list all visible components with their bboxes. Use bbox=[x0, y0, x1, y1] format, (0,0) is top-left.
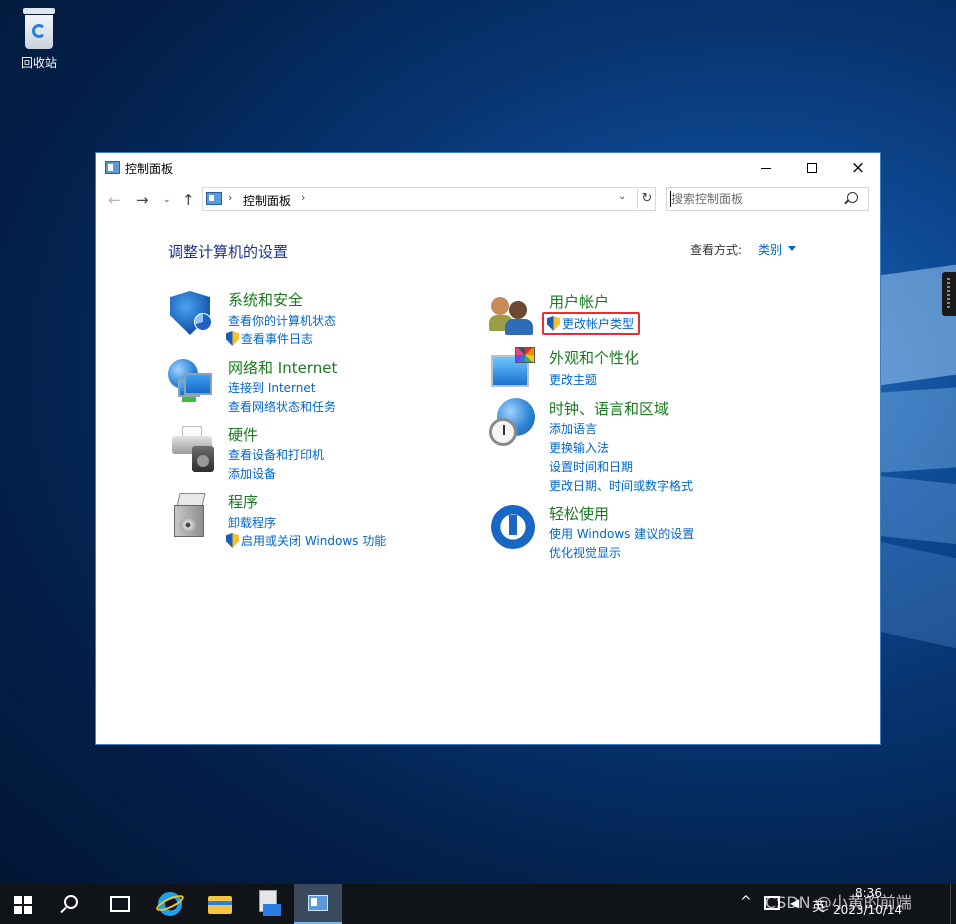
category-title-user-accounts[interactable]: 用户帐户 bbox=[549, 291, 609, 312]
control-panel-icon bbox=[105, 161, 120, 174]
recycle-bin-label: 回收站 bbox=[20, 56, 57, 70]
category-title-system-security[interactable]: 系统和安全 bbox=[228, 289, 303, 310]
network-globe-icon[interactable] bbox=[168, 357, 216, 405]
refresh-button[interactable]: ↻ bbox=[637, 189, 656, 209]
category-title-programs[interactable]: 程序 bbox=[228, 491, 258, 512]
address-dropdown-chevron-icon[interactable]: ⌄ bbox=[618, 191, 626, 202]
task-view-icon[interactable] bbox=[110, 896, 130, 912]
category-title-network[interactable]: 网络和 Internet bbox=[228, 357, 337, 378]
link-change-input-method[interactable]: 更换输入法 bbox=[549, 439, 609, 456]
breadcrumb-separator-icon[interactable]: › bbox=[228, 191, 232, 204]
appearance-monitor-icon[interactable] bbox=[489, 347, 537, 395]
control-panel-window: 控制面板 × ← → ⌄ ↑ › 控制面板 › ⌄ ↻ 调整计算机的设置 查看方… bbox=[95, 152, 881, 745]
forward-arrow-icon[interactable]: → bbox=[136, 191, 149, 209]
link-label: 更改帐户类型 bbox=[562, 317, 635, 331]
window-title: 控制面板 bbox=[125, 162, 174, 176]
category-appearance: 外观和个性化 更改主题 bbox=[489, 347, 749, 397]
close-icon: × bbox=[850, 158, 866, 178]
wallpaper-beam bbox=[880, 387, 956, 473]
back-arrow-icon[interactable]: ← bbox=[108, 191, 121, 209]
address-row: ← → ⌄ ↑ › 控制面板 › ⌄ ↻ bbox=[96, 183, 880, 217]
category-network: 网络和 Internet 连接到 Internet 查看网络状态和任务 bbox=[168, 357, 428, 414]
windows-start-icon[interactable] bbox=[14, 896, 32, 914]
link-change-formats[interactable]: 更改日期、时间或数字格式 bbox=[549, 477, 693, 494]
maximize-button[interactable] bbox=[789, 153, 835, 183]
wallpaper-beam bbox=[880, 476, 956, 544]
link-view-network-status[interactable]: 查看网络状态和任务 bbox=[228, 398, 336, 415]
link-add-device[interactable]: 添加设备 bbox=[228, 465, 276, 482]
link-add-language[interactable]: 添加语言 bbox=[549, 420, 597, 437]
link-uninstall-program[interactable]: 卸载程序 bbox=[228, 514, 276, 531]
refresh-icon: ↻ bbox=[641, 191, 653, 206]
tray-overflow-chevron-icon[interactable]: ^ bbox=[740, 894, 752, 910]
control-panel-icon bbox=[308, 895, 328, 911]
content-area: 调整计算机的设置 查看方式: 类别 系统和安全 查看你的计算机状态 查看事件日志… bbox=[96, 217, 880, 744]
link-optimize-display[interactable]: 优化视觉显示 bbox=[549, 544, 621, 561]
category-ease-of-access: 轻松使用 使用 Windows 建议的设置 优化视觉显示 bbox=[489, 503, 749, 560]
taskbar-control-panel-button[interactable] bbox=[294, 884, 342, 924]
link-view-devices-printers[interactable]: 查看设备和打印机 bbox=[228, 446, 324, 463]
maximize-icon bbox=[807, 163, 817, 173]
minimize-icon bbox=[761, 167, 771, 169]
category-clock-region: 时钟、语言和区域 添加语言 更换输入法 设置时间和日期 更改日期、时间或数字格式 bbox=[489, 398, 749, 493]
up-arrow-icon[interactable]: ↑ bbox=[182, 191, 195, 209]
address-bar[interactable]: › 控制面板 › ⌄ ↻ bbox=[202, 187, 656, 211]
category-title-ease-of-access[interactable]: 轻松使用 bbox=[549, 503, 609, 524]
user-accounts-icon[interactable] bbox=[489, 291, 537, 339]
link-recommended-settings[interactable]: 使用 Windows 建议的设置 bbox=[549, 525, 694, 542]
search-input[interactable] bbox=[671, 190, 841, 208]
category-hardware: 硬件 查看设备和打印机 添加设备 bbox=[168, 424, 428, 481]
view-by-label: 查看方式: bbox=[690, 243, 743, 257]
show-desktop-button[interactable] bbox=[950, 884, 956, 924]
minimize-button[interactable] bbox=[743, 153, 789, 183]
link-change-account-type[interactable]: 更改帐户类型 bbox=[542, 312, 641, 335]
category-title-appearance[interactable]: 外观和个性化 bbox=[549, 347, 639, 368]
file-explorer-icon[interactable] bbox=[208, 896, 232, 914]
category-programs: 程序 卸载程序 启用或关闭 Windows 功能 bbox=[168, 491, 448, 548]
breadcrumb-separator-icon[interactable]: › bbox=[301, 191, 305, 204]
link-change-theme[interactable]: 更改主题 bbox=[549, 371, 597, 388]
link-connect-internet[interactable]: 连接到 Internet bbox=[228, 379, 315, 396]
link-view-computer-status[interactable]: 查看你的计算机状态 bbox=[228, 312, 336, 329]
text-caret bbox=[670, 191, 671, 207]
search-icon[interactable] bbox=[847, 192, 858, 203]
search-icon[interactable] bbox=[64, 895, 78, 909]
clock-globe-icon[interactable] bbox=[489, 398, 537, 446]
view-by-dropdown[interactable]: 类别 bbox=[758, 241, 782, 258]
category-title-hardware[interactable]: 硬件 bbox=[228, 424, 258, 445]
desktop-icon-recycle-bin[interactable]: 回收站 bbox=[10, 8, 68, 71]
link-set-time-date[interactable]: 设置时间和日期 bbox=[549, 458, 633, 475]
breadcrumb-control-panel[interactable]: 控制面板 bbox=[243, 192, 291, 209]
edge-handle[interactable] bbox=[942, 272, 956, 316]
category-system-security: 系统和安全 查看你的计算机状态 查看事件日志 bbox=[168, 289, 428, 349]
control-panel-icon bbox=[206, 192, 222, 205]
search-box[interactable] bbox=[666, 187, 869, 211]
uac-shield-icon bbox=[226, 533, 239, 548]
printer-icon[interactable] bbox=[168, 424, 216, 472]
watermark-text: CSDN @小黄的前端 bbox=[765, 893, 912, 912]
link-label: 查看事件日志 bbox=[241, 332, 314, 346]
close-button[interactable]: × bbox=[835, 153, 881, 183]
link-windows-features[interactable]: 启用或关闭 Windows 功能 bbox=[228, 532, 386, 549]
link-label: 启用或关闭 Windows 功能 bbox=[241, 534, 387, 548]
uac-shield-icon bbox=[547, 316, 560, 331]
category-user-accounts: 用户帐户 更改帐户类型 bbox=[489, 291, 749, 341]
server-manager-icon[interactable] bbox=[257, 890, 281, 916]
uac-shield-icon bbox=[226, 331, 239, 346]
programs-box-icon[interactable] bbox=[168, 491, 216, 539]
page-title: 调整计算机的设置 bbox=[168, 243, 289, 261]
ease-of-access-icon[interactable] bbox=[489, 503, 537, 551]
category-title-clock-region[interactable]: 时钟、语言和区域 bbox=[549, 398, 669, 419]
internet-explorer-icon[interactable] bbox=[154, 892, 186, 916]
title-bar[interactable]: 控制面板 × bbox=[96, 153, 880, 183]
recent-locations-chevron-icon[interactable]: ⌄ bbox=[163, 195, 171, 205]
link-view-event-logs[interactable]: 查看事件日志 bbox=[228, 330, 313, 347]
security-shield-icon[interactable] bbox=[168, 289, 216, 337]
recycle-bin-icon bbox=[21, 8, 57, 50]
chevron-down-icon[interactable] bbox=[788, 246, 796, 251]
wallpaper-beam bbox=[880, 541, 956, 649]
